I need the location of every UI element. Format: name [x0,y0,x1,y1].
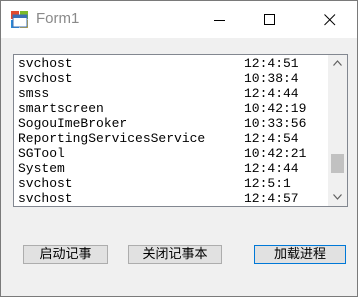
chevron-up-icon [333,60,342,66]
title-bar[interactable]: Form1 [1,1,357,38]
vertical-scrollbar[interactable] [328,55,347,206]
list-item[interactable]: svchost 12:5:1 [18,176,328,191]
process-start-time: 12:4:44 [244,161,299,176]
list-item[interactable]: SGTool 10:42:21 [18,146,328,161]
process-start-time: 10:42:19 [244,101,307,116]
form1-window: Form1 svchost 12:4:51 svchost 10:38:4 smss 12… [0,0,358,297]
list-item[interactable]: svchost 12:4:57 [18,191,328,206]
process-start-time: 12:4:51 [244,56,299,71]
list-item[interactable]: svchost 10:38:4 [18,71,328,86]
close-notepad-button[interactable]: 关闭记事本 [128,245,222,264]
process-start-time: 10:38:4 [244,71,299,86]
process-name: smss [18,86,50,101]
window-title: Form1 [36,10,80,27]
process-name: svchost [18,71,73,86]
process-name: System [18,161,65,176]
process-name: smartscreen [18,101,104,116]
chevron-down-icon [333,194,342,200]
process-listbox[interactable]: svchost 12:4:51 svchost 10:38:4 smss 12:4:44 s… [13,54,348,207]
app-form-icon [11,11,28,28]
start-notepad-button[interactable]: 启动记事 [23,245,108,264]
load-process-button[interactable]: 加载进程 [254,245,346,264]
process-start-time: 12:4:57 [244,191,299,206]
process-start-time: 12:4:44 [244,86,299,101]
minimize-button[interactable] [197,1,243,38]
minimize-icon [214,20,225,21]
process-start-time: 10:42:21 [244,146,307,161]
scroll-up-button[interactable] [328,55,347,72]
list-item[interactable]: SogouImeBroker 10:33:56 [18,116,328,131]
maximize-button[interactable] [247,1,293,38]
maximize-icon [264,14,275,25]
process-start-time: 10:33:56 [244,116,307,131]
list-item[interactable]: smartscreen 10:42:19 [18,101,328,116]
list-item[interactable]: System 12:4:44 [18,161,328,176]
list-item[interactable]: svchost 12:4:51 [18,56,328,71]
process-start-time: 12:4:54 [244,131,299,146]
scroll-thumb[interactable] [331,154,344,173]
list-item[interactable]: ReportingServicesService 12:4:54 [18,131,328,146]
close-window-button[interactable] [307,1,353,38]
close-icon [324,14,336,26]
process-start-time: 12:5:1 [244,176,291,191]
process-name: svchost [18,191,73,206]
list-item[interactable]: smss 12:4:44 [18,86,328,101]
scroll-down-button[interactable] [328,189,347,206]
process-name: ReportingServicesService [18,131,206,146]
process-name: svchost [18,176,73,191]
process-name: SGTool [18,146,65,161]
process-name: SogouImeBroker [18,116,128,131]
scroll-track[interactable] [328,72,347,189]
process-name: svchost [18,56,73,71]
process-rows: svchost 12:4:51 svchost 10:38:4 smss 12:4:44 s… [18,56,328,206]
